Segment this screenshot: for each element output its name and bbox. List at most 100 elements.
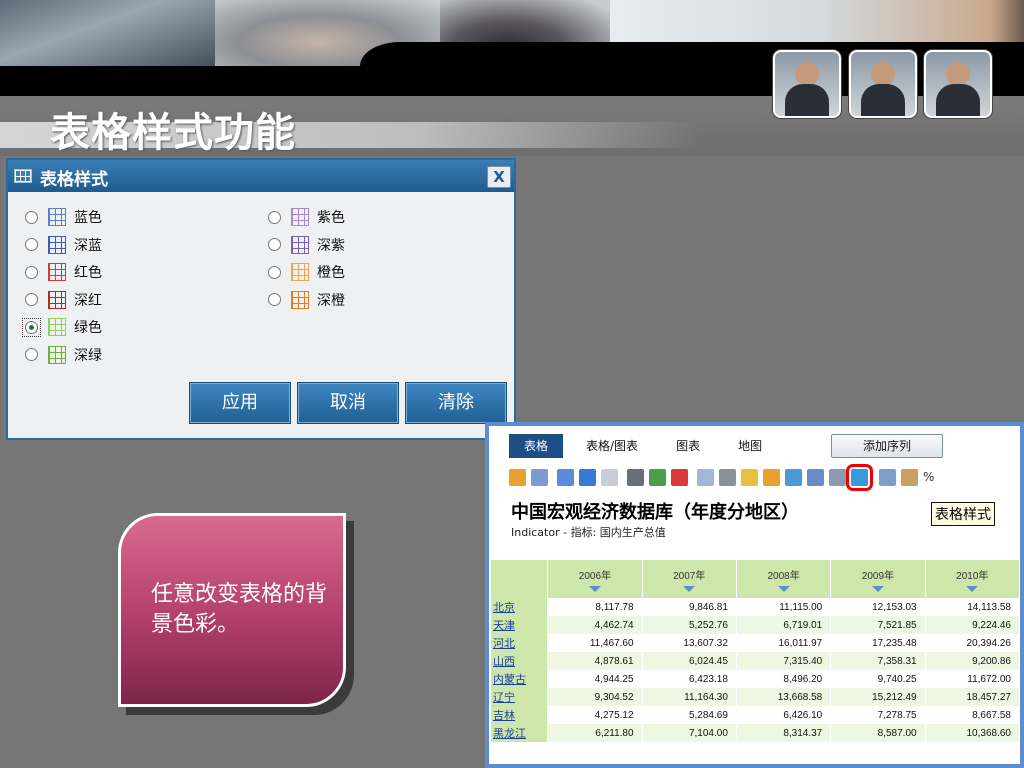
region-link[interactable]: 河北: [491, 634, 549, 652]
region-link[interactable]: 天津: [491, 616, 549, 634]
style-option-label: 橙色: [317, 265, 345, 281]
column-header[interactable]: 2006年: [547, 560, 643, 598]
grid-color-icon: [48, 263, 66, 281]
table-row: 黑龙江 6,211.80 7,104.00 8,314.37 8,587.00 10,36…: [491, 724, 1020, 742]
radio-circle[interactable]: [268, 293, 281, 306]
region-link[interactable]: 内蒙古: [491, 670, 549, 688]
radio-circle[interactable]: [25, 320, 38, 334]
sort-arrow-icon[interactable]: [683, 585, 696, 592]
view-tabs: 表格 表格/图表 图表 地图: [509, 434, 785, 458]
format-icon[interactable]: [879, 468, 896, 486]
table-row: 辽宁 9,304.52 11,164.30 13,668.58 15,212.49 18,…: [491, 688, 1020, 706]
table-cell: 7,358.31: [830, 652, 926, 670]
radio-button[interactable]: [265, 235, 284, 254]
column-header[interactable]: 2008年: [736, 560, 832, 598]
style-option-label: 深蓝: [74, 237, 102, 254]
group-icon[interactable]: [807, 468, 824, 486]
calc-icon[interactable]: [829, 468, 846, 486]
close-button[interactable]: X: [487, 166, 511, 188]
tab-2[interactable]: 图表: [661, 434, 715, 458]
sort-arrow-icon[interactable]: [966, 585, 979, 592]
radio-circle[interactable]: [25, 293, 38, 306]
column-header[interactable]: 2007年: [642, 560, 737, 598]
table-cell: 4,944.25: [547, 670, 643, 688]
excel-icon[interactable]: [649, 468, 666, 486]
radio-button[interactable]: [22, 317, 41, 337]
table-cell: 12,153.03: [830, 598, 926, 616]
style-option-label: 深绿: [74, 347, 102, 364]
tab-3[interactable]: 地图: [723, 434, 777, 458]
radio-button[interactable]: [265, 290, 284, 309]
style-option[interactable]: 深紫: [268, 234, 345, 256]
style-option[interactable]: 深蓝: [25, 234, 102, 256]
sort-arrow-icon[interactable]: [777, 585, 790, 592]
style-option[interactable]: 绿色: [22, 316, 102, 338]
table-cell: 8,314.37: [736, 724, 832, 742]
tab-0[interactable]: 表格: [509, 434, 564, 458]
undo-icon[interactable]: [579, 468, 596, 486]
region-link[interactable]: 北京: [491, 598, 549, 616]
header-corner: [491, 560, 549, 598]
print-icon[interactable]: [627, 468, 644, 486]
table-row: 山西 4,878.61 6,024.45 7,315.40 7,358.31 9,200.…: [491, 652, 1020, 670]
filter-icon[interactable]: [741, 468, 758, 486]
column-icon[interactable]: [785, 468, 802, 486]
radio-circle[interactable]: [25, 265, 38, 279]
thumbnail-photo-1: [773, 50, 841, 118]
radio-circle[interactable]: [268, 210, 281, 224]
radio-circle[interactable]: [268, 265, 281, 279]
radio-circle[interactable]: [25, 238, 38, 251]
sort-arrow-icon[interactable]: [588, 585, 601, 592]
table-row: 北京 8,117.78 9,846.81 11,115.00 12,153.03 14,1…: [491, 598, 1020, 616]
radio-button[interactable]: [22, 235, 41, 254]
sort-arrow-icon[interactable]: [871, 585, 884, 592]
region-link[interactable]: 辽宁: [491, 688, 549, 706]
style-option[interactable]: 红色: [25, 261, 102, 283]
style-option-label: 蓝色: [74, 210, 102, 226]
apply-button[interactable]: 应用: [189, 382, 291, 424]
radio-button[interactable]: [22, 208, 41, 227]
radio-circle[interactable]: [25, 210, 38, 224]
column-header[interactable]: 2009年: [830, 560, 926, 598]
toolbar: %: [509, 463, 939, 491]
radio-button[interactable]: [22, 345, 41, 364]
banner-photo-buildings: [0, 0, 220, 70]
pdf-icon[interactable]: [671, 468, 688, 486]
clear-button[interactable]: 清除: [405, 382, 507, 424]
table-style-icon[interactable]: [846, 463, 873, 491]
app-screenshot: 表格 表格/图表 图表 地图 添加序列 % 表格样式 中国宏观经济数据库（年度分地区）…: [485, 422, 1024, 768]
region-link[interactable]: 山西: [491, 652, 549, 670]
redo-icon[interactable]: [601, 468, 618, 486]
column-header[interactable]: 2010年: [925, 560, 1020, 598]
save-icon[interactable]: [531, 468, 548, 486]
sort-icon[interactable]: [763, 468, 780, 486]
style-option[interactable]: 紫色: [268, 206, 345, 228]
refresh-icon[interactable]: [557, 468, 574, 486]
radio-button[interactable]: [22, 290, 41, 309]
column-header-label: 2007年: [673, 570, 706, 582]
style-option[interactable]: 深绿: [25, 344, 102, 366]
table-cell: 17,235.48: [830, 634, 926, 652]
style-option[interactable]: 蓝色: [25, 206, 102, 228]
tab-1[interactable]: 表格/图表: [571, 434, 653, 458]
transpose-icon[interactable]: [697, 468, 714, 486]
cancel-button[interactable]: 取消: [297, 382, 399, 424]
radio-circle[interactable]: [268, 238, 281, 251]
percent-icon[interactable]: %: [923, 469, 934, 486]
radio-button[interactable]: [265, 263, 284, 282]
radio-button[interactable]: [265, 208, 284, 227]
style-option[interactable]: 橙色: [268, 261, 345, 283]
grid-color-icon: [291, 290, 309, 309]
region-link[interactable]: 黑龙江: [491, 724, 549, 742]
region-link[interactable]: 吉林: [491, 706, 549, 724]
export-icon[interactable]: [509, 468, 526, 486]
table-cell: 8,117.78: [547, 598, 643, 616]
style-option[interactable]: 深橙: [268, 289, 345, 311]
add-series-button[interactable]: 添加序列: [831, 434, 943, 458]
radio-circle[interactable]: [25, 348, 38, 361]
style-option[interactable]: 深红: [25, 289, 102, 311]
freeze-icon[interactable]: [719, 468, 736, 486]
radio-button[interactable]: [22, 263, 41, 282]
unit-icon[interactable]: [901, 468, 918, 486]
column-header-label: 2010年: [956, 570, 989, 582]
